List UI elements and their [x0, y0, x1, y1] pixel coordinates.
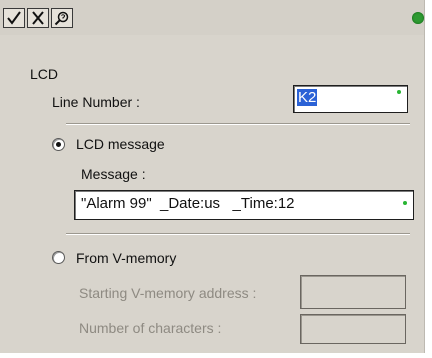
- message-label: Message :: [81, 166, 146, 182]
- from-v-memory-radio[interactable]: [52, 251, 65, 264]
- lcd-message-option-label[interactable]: LCD message: [76, 136, 165, 152]
- help-button[interactable]: [51, 8, 73, 28]
- separator: [66, 123, 410, 125]
- line-number-input[interactable]: K2: [293, 85, 408, 113]
- x-icon: [32, 11, 44, 25]
- radio-selected-icon: [56, 142, 61, 147]
- line-number-label: Line Number :: [52, 94, 140, 110]
- start-address-label: Starting V-memory address :: [79, 285, 257, 301]
- lcd-message-radio[interactable]: [52, 138, 65, 151]
- line-number-value: K2: [297, 89, 318, 106]
- toolbar: [0, 0, 424, 35]
- message-input[interactable]: "Alarm 99" _Date:us _Time:12: [74, 190, 414, 220]
- num-chars-label: Number of characters :: [79, 320, 222, 336]
- message-value: "Alarm 99" _Date:us _Time:12: [81, 195, 295, 212]
- valid-indicator-icon: [397, 90, 401, 94]
- start-address-input[interactable]: [300, 275, 406, 309]
- status-indicator-icon: [412, 12, 424, 24]
- cancel-button[interactable]: [27, 8, 49, 28]
- help-magnifier-icon: [54, 11, 69, 25]
- section-title: LCD: [30, 66, 59, 82]
- lcd-instruction-dialog: LCD Line Number : K2 LCD message Message…: [0, 0, 425, 353]
- valid-indicator-icon: [403, 201, 407, 205]
- from-v-memory-option-label[interactable]: From V-memory: [76, 250, 176, 266]
- check-icon: [7, 11, 21, 25]
- num-chars-input[interactable]: [300, 314, 406, 344]
- check-button[interactable]: [3, 8, 25, 28]
- separator: [66, 233, 410, 235]
